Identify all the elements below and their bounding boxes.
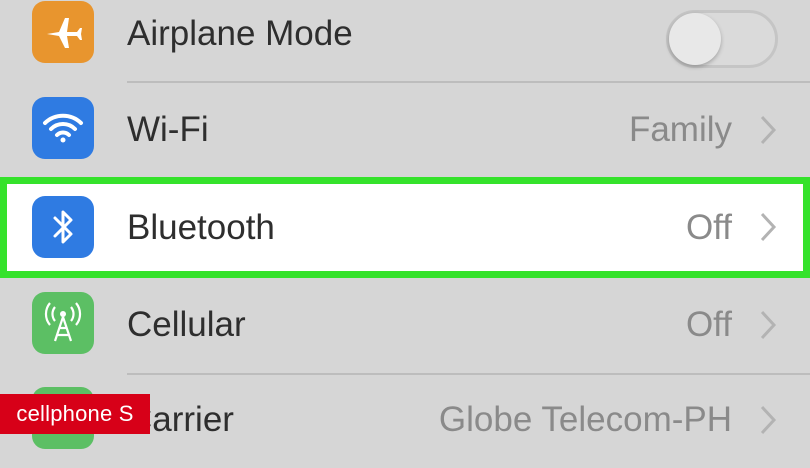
airplane-mode-toggle[interactable] [666,10,778,68]
wifi-label: Wi-Fi [127,110,209,149]
chevron-right-icon [760,405,777,435]
airplane-mode-label: Airplane Mode [127,14,353,53]
wifi-icon [32,97,94,159]
settings-row-cellular[interactable]: Cellular Off [0,277,810,373]
carrier-value: Globe Telecom-PH [438,400,732,439]
settings-row-wifi[interactable]: Wi-Fi Family [0,82,810,178]
bluetooth-icon [32,196,94,258]
chevron-right-icon [760,212,777,242]
bluetooth-label: Bluetooth [127,207,275,247]
chevron-right-icon [760,310,777,340]
settings-row-airplane-mode[interactable]: Airplane Mode [0,0,810,82]
settings-row-bluetooth[interactable]: Bluetooth Off [0,177,810,278]
cellphones-watermark: cellphone S [0,394,150,434]
toggle-knob [669,13,721,65]
wifi-value: Family [628,110,732,149]
chevron-right-icon [760,115,777,145]
cellular-antenna-icon [32,292,94,354]
cellular-label: Cellular [127,305,246,344]
cellular-value: Off [685,305,732,344]
bluetooth-value: Off [685,207,732,247]
airplane-icon [32,1,94,63]
